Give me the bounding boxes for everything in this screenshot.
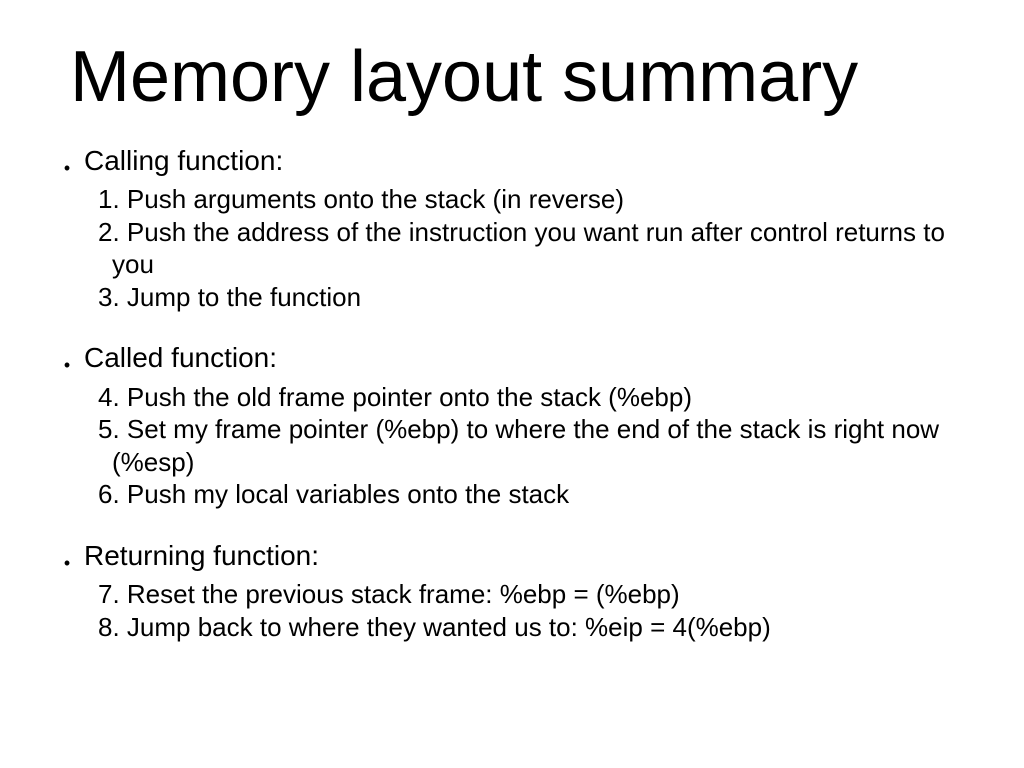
list-item: 7. Reset the previous stack frame: %ebp … xyxy=(98,578,974,611)
section-body: 4. Push the old frame pointer onto the s… xyxy=(98,381,974,511)
slide-title: Memory layout summary xyxy=(70,40,974,116)
bullet-row: • Returning function: xyxy=(50,539,974,573)
bullet-icon: • xyxy=(50,356,84,374)
list-item: 3. Jump to the function xyxy=(98,281,974,314)
section-called: • Called function: 4. Push the old frame… xyxy=(50,341,974,511)
content-list: • Calling function: 1. Push arguments on… xyxy=(50,144,974,644)
bullet-icon: • xyxy=(50,159,84,177)
list-item: 5. Set my frame pointer (%ebp) to where … xyxy=(98,413,974,446)
list-item: 4. Push the old frame pointer onto the s… xyxy=(98,381,974,414)
slide: Memory layout summary • Calling function… xyxy=(0,0,1024,768)
list-item: 8. Jump back to where they wanted us to:… xyxy=(98,611,974,644)
list-item-continuation: (%esp) xyxy=(98,446,974,479)
section-body: 1. Push arguments onto the stack (in rev… xyxy=(98,183,974,313)
section-body: 7. Reset the previous stack frame: %ebp … xyxy=(98,578,974,643)
section-heading: Returning function: xyxy=(84,539,319,573)
list-item-continuation: you xyxy=(98,248,974,281)
list-item: 1. Push arguments onto the stack (in rev… xyxy=(98,183,974,216)
section-calling: • Calling function: 1. Push arguments on… xyxy=(50,144,974,314)
section-heading: Calling function: xyxy=(84,144,283,178)
section-heading: Called function: xyxy=(84,341,277,375)
bullet-row: • Calling function: xyxy=(50,144,974,178)
bullet-icon: • xyxy=(50,554,84,572)
list-item: 2. Push the address of the instruction y… xyxy=(98,216,974,249)
section-returning: • Returning function: 7. Reset the previ… xyxy=(50,539,974,644)
list-item: 6. Push my local variables onto the stac… xyxy=(98,478,974,511)
bullet-row: • Called function: xyxy=(50,341,974,375)
